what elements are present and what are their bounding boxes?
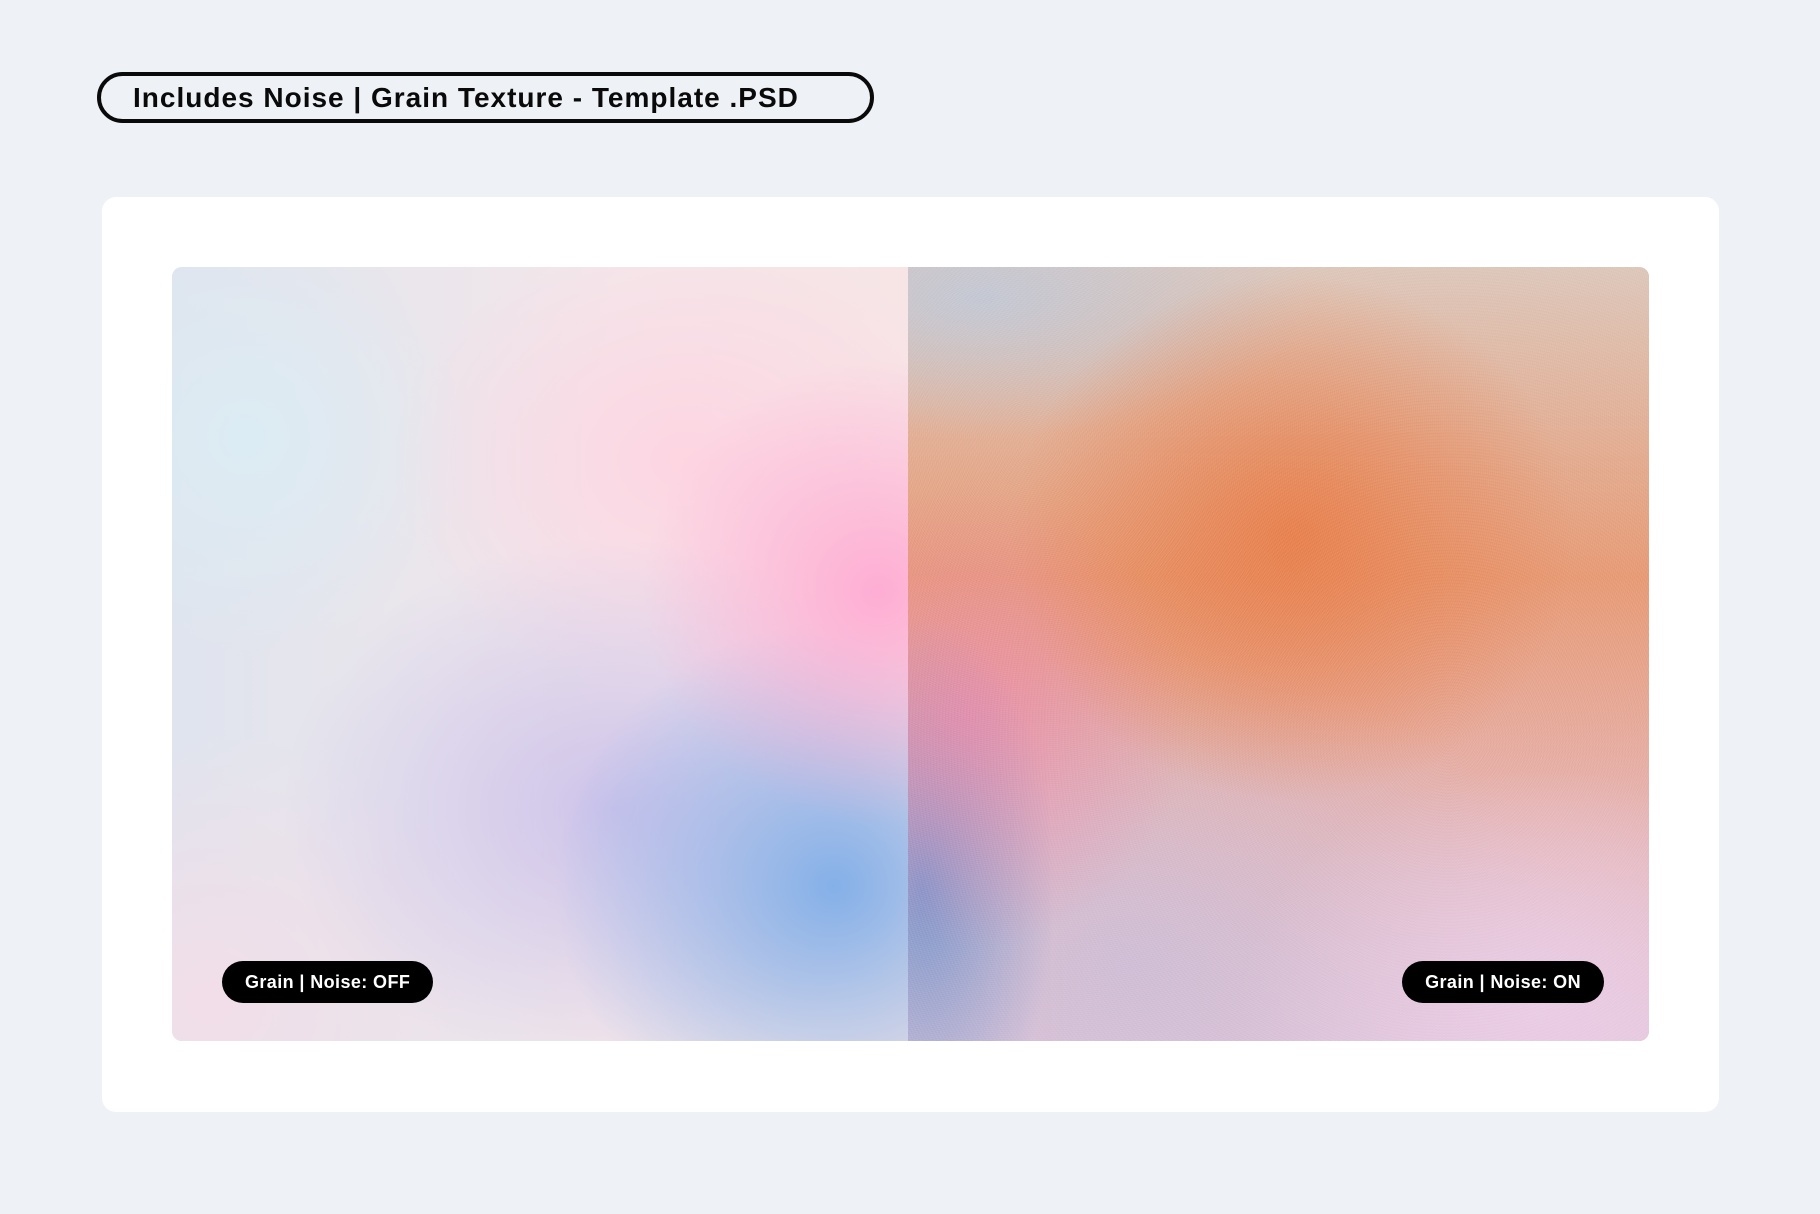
gradient-preview: Grain | Noise: OFF Grain | Noise: ON xyxy=(172,267,1649,1041)
gradient-panel-noise-on: Grain | Noise: ON xyxy=(908,267,1649,1041)
noise-off-badge: Grain | Noise: OFF xyxy=(222,961,434,1003)
grain-texture-overlay xyxy=(908,267,1649,1041)
template-title-pill: Includes Noise | Grain Texture - Templat… xyxy=(97,72,874,123)
noise-on-badge: Grain | Noise: ON xyxy=(1402,961,1604,1003)
preview-card: Grain | Noise: OFF Grain | Noise: ON xyxy=(102,197,1719,1112)
gradient-panel-noise-off: Grain | Noise: OFF xyxy=(172,267,908,1041)
